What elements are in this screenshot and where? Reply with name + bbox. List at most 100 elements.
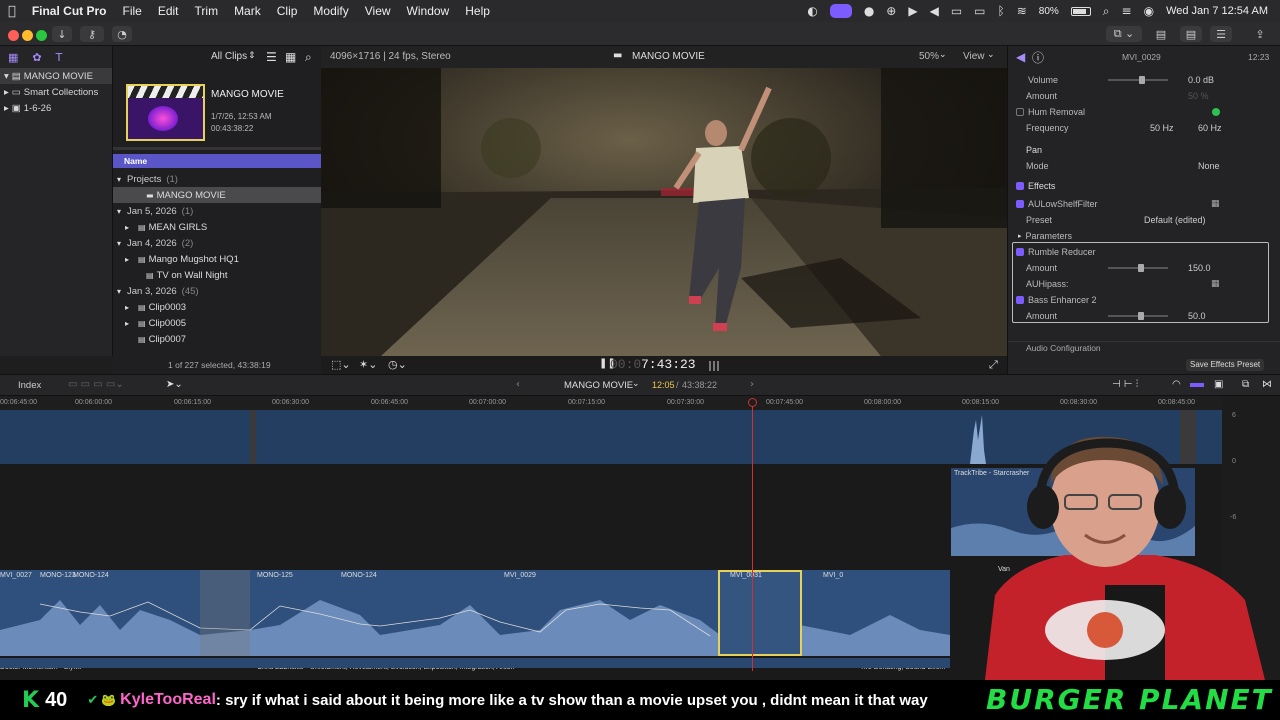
viewer-timecode[interactable]: 7:43:23	[641, 357, 696, 372]
zoom-window-button[interactable]	[36, 30, 47, 41]
inspector-value[interactable]: 50 Hz	[1150, 123, 1174, 133]
view-menu[interactable]: View	[963, 51, 985, 62]
inspector-toggle-icon[interactable]: ☰	[1210, 26, 1232, 42]
inspector-value[interactable]: 50 %	[1188, 91, 1209, 101]
screen-record-icon[interactable]	[829, 4, 852, 18]
inspector-value[interactable]: 60 Hz	[1198, 123, 1222, 133]
wifi-icon[interactable]: ≋	[1017, 4, 1027, 18]
browser-row[interactable]: ▤ Clip0007	[113, 331, 321, 347]
effects-browser-icon[interactable]: ⧉	[1242, 379, 1249, 390]
browser-row[interactable]: ▾ Jan 5, 2026 (1)	[113, 203, 321, 219]
info-icon[interactable]: ⓘ	[1032, 49, 1044, 66]
apple-menu-icon[interactable]: 	[0, 4, 24, 19]
browser-row[interactable]: ▾ Projects (1)	[113, 171, 321, 187]
filmstrip-icon[interactable]: ▦	[285, 50, 296, 64]
timeline-toggle-icon[interactable]: ▤	[1180, 26, 1202, 42]
disclosure-open-icon[interactable]: ▾	[117, 239, 127, 248]
status-icon[interactable]: ●	[864, 4, 874, 18]
display-icon[interactable]: ▭	[951, 4, 962, 18]
search-icon[interactable]: ⌕	[1103, 4, 1110, 19]
disclosure-closed-icon[interactable]: ▸	[125, 319, 135, 328]
browser-row[interactable]: ▸ ▤ Clip0003	[113, 299, 321, 315]
menu-file[interactable]: File	[114, 4, 149, 18]
share-layout-icon[interactable]: ⧉ ⌄	[1106, 26, 1142, 42]
disclosure-closed-icon[interactable]: ▸	[4, 103, 9, 114]
inspector-value[interactable]: None	[1198, 161, 1220, 171]
disclosure-open-icon[interactable]: ▾	[117, 175, 127, 184]
browser-row[interactable]: ▾ Jan 4, 2026 (2)	[113, 235, 321, 251]
menu-trim[interactable]: Trim	[187, 4, 227, 18]
back-icon[interactable]: ‹	[516, 379, 520, 390]
menu-modify[interactable]: Modify	[305, 4, 356, 18]
browser-row[interactable]: ▬ MANGO MOVIE	[113, 187, 321, 203]
photos-icon[interactable]: ✿	[32, 51, 41, 64]
playhead[interactable]	[752, 406, 753, 671]
library-item-smart-collections[interactable]: ▸ ▭ Smart Collections	[0, 84, 112, 100]
browser-row[interactable]: ▸ ▤ MEAN GIRLS	[113, 219, 321, 235]
bluetooth-icon[interactable]: ᛒ	[998, 4, 1005, 18]
clip-label[interactable]: MONO-123	[40, 572, 76, 579]
save-effects-preset-button[interactable]: Save Effects Preset	[1186, 359, 1265, 371]
audio-inspector-icon[interactable]: ◀	[1016, 50, 1025, 64]
search-icon[interactable]: ⌕	[305, 50, 312, 65]
volume-icon[interactable]: ◀	[930, 4, 939, 18]
fullscreen-icon[interactable]: ⤢	[989, 358, 998, 372]
clip-label[interactable]: MONO-125	[257, 572, 293, 579]
forward-icon[interactable]: ›	[750, 379, 754, 390]
headphones-icon[interactable]: ◠	[1172, 379, 1181, 390]
clip-appearance-icon[interactable]: ▣	[1214, 379, 1223, 390]
clip-label[interactable]: MONO-124	[73, 572, 109, 579]
primary-storyline[interactable]	[0, 570, 950, 656]
control-center-icon[interactable]: ≡	[1122, 4, 1132, 18]
browser-row[interactable]: ▸ ▤ Clip0005	[113, 315, 321, 331]
app-menu[interactable]: Final Cut Pro	[24, 4, 115, 18]
battery-icon[interactable]	[1070, 6, 1091, 16]
clip-label[interactable]: MVI_0027	[0, 572, 32, 579]
snapping-icon[interactable]	[1190, 383, 1204, 387]
transitions-icon[interactable]: ⋈	[1262, 379, 1272, 390]
libraries-icon[interactable]: ▦	[8, 51, 18, 64]
disclosure-closed-icon[interactable]: ▸	[1018, 232, 1022, 240]
enhance-icon[interactable]: ✶⌄	[359, 358, 377, 371]
edit-tools-icon[interactable]: ▭ ▭ ▭ ▭⌄	[68, 379, 124, 390]
background-tasks-icon[interactable]: ◔	[112, 26, 132, 42]
speed-icon[interactable]: ◷⌄	[388, 358, 407, 371]
menu-clip[interactable]: Clip	[269, 4, 306, 18]
clip-label[interactable]: MVI_0031	[730, 572, 762, 579]
share-icon[interactable]: ⇪	[1250, 26, 1270, 42]
library-item-event[interactable]: ▸ ▣ 1-6-26	[0, 100, 112, 116]
effect-settings-icon[interactable]: ▦	[1211, 199, 1220, 209]
inspector-value[interactable]: Default (edited)	[1144, 215, 1206, 225]
import-icon[interactable]: ↓	[52, 26, 72, 42]
select-tool-icon[interactable]: ➤⌄	[166, 379, 183, 390]
keywords-icon[interactable]: ⚷	[80, 26, 104, 42]
menu-help[interactable]: Help	[457, 4, 498, 18]
disclosure-open-icon[interactable]: ▾	[117, 287, 127, 296]
disclosure-closed-icon[interactable]: ▸	[125, 303, 135, 312]
checkbox[interactable]	[1016, 182, 1024, 190]
viewer-video[interactable]	[321, 68, 1007, 356]
menu-view[interactable]: View	[357, 4, 399, 18]
close-window-button[interactable]	[8, 30, 19, 41]
index-button[interactable]: Index	[18, 380, 41, 391]
playhead-handle[interactable]	[748, 398, 757, 407]
menu-mark[interactable]: Mark	[226, 4, 269, 18]
clip-label[interactable]: MVI_0	[823, 572, 843, 579]
checkbox[interactable]	[1016, 108, 1024, 116]
titles-icon[interactable]: T	[56, 51, 63, 64]
menu-window[interactable]: Window	[399, 4, 458, 18]
disclosure-closed-icon[interactable]: ▸	[125, 223, 135, 232]
disclosure-closed-icon[interactable]: ▸	[125, 255, 135, 264]
screen-icon[interactable]: ▭	[974, 4, 985, 18]
browser-row[interactable]: ▾ Jan 3, 2026 (45)	[113, 283, 321, 299]
slider[interactable]	[1108, 76, 1168, 84]
disclosure-open-icon[interactable]: ▾	[4, 71, 9, 82]
clock[interactable]: Wed Jan 7 12:54 AM	[1166, 5, 1268, 17]
audio-configuration-label[interactable]: Audio Configuration	[1026, 343, 1101, 353]
column-header-name[interactable]: Name	[113, 154, 321, 168]
menu-edit[interactable]: Edit	[150, 4, 187, 18]
browser-row[interactable]: ▤ TV on Wall Night	[113, 267, 321, 283]
disclosure-closed-icon[interactable]: ▸	[4, 87, 9, 98]
browser-toggle-icon[interactable]: ▤	[1150, 26, 1172, 42]
browser-row[interactable]: ▸ ▤ Mango Mugshot HQ1	[113, 251, 321, 267]
